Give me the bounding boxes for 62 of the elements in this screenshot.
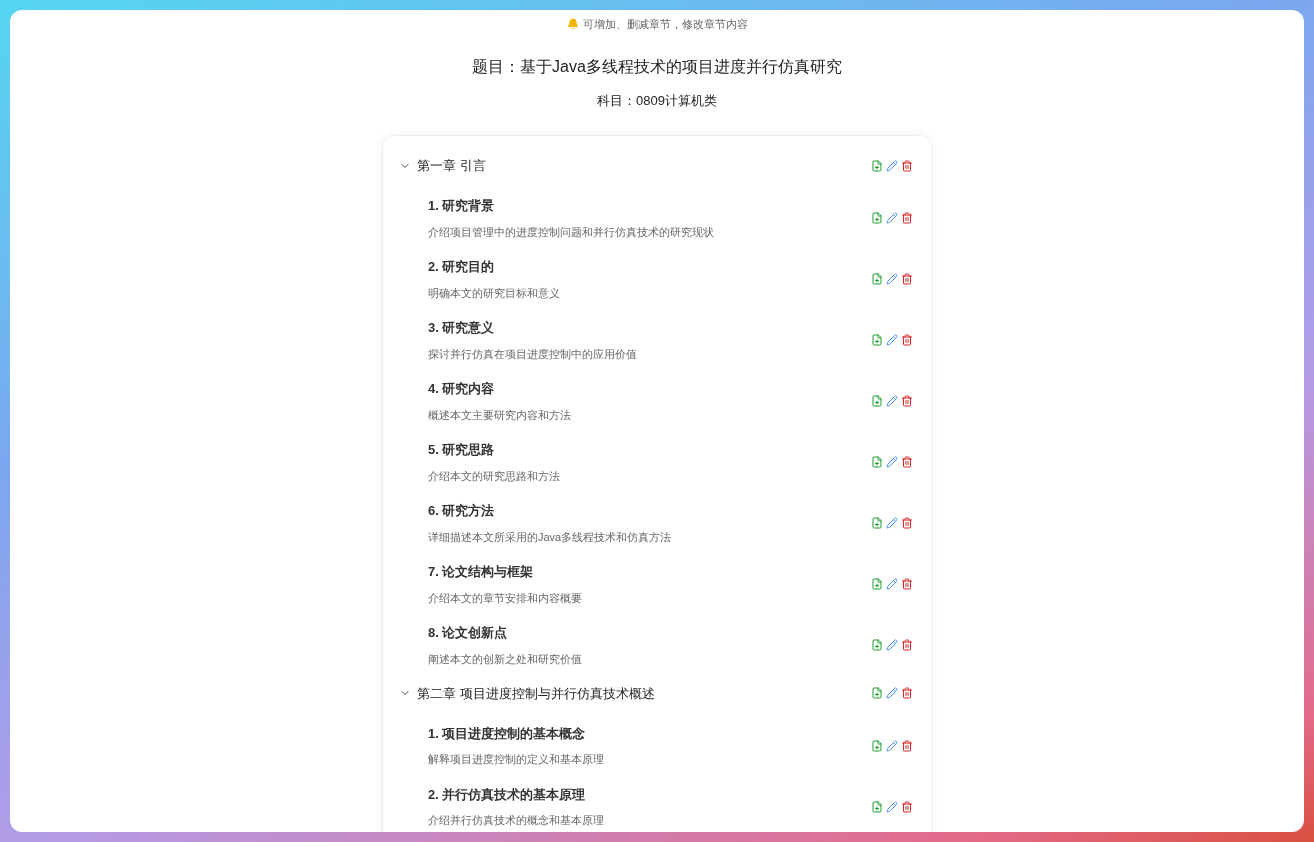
notice-text: 可增加、删减章节，修改章节内容 [582,17,748,32]
edit-icon[interactable] [886,159,898,172]
section-description: 明确本文的研究目标和意义 [428,285,560,301]
section-description: 介绍本文的章节安排和内容概要 [428,590,582,606]
add-icon[interactable] [871,517,883,529]
delete-icon[interactable] [901,456,913,468]
subject-label: 科目：0809计算机类 [597,91,717,110]
edit-icon[interactable] [886,334,898,346]
delete-icon[interactable] [901,159,913,172]
section-description: 介绍本文的研究思路和方法 [428,468,560,484]
add-icon[interactable] [871,639,883,651]
delete-icon[interactable] [901,739,913,752]
section-description: 概述本文主要研究内容和方法 [428,407,571,423]
add-icon[interactable] [871,800,883,813]
add-icon[interactable] [871,159,883,172]
section-title: 1. 研究背景 [428,197,496,215]
section-title: 7. 论文结构与框架 [428,563,535,581]
section-description: 介绍项目管理中的进度控制问题和并行仿真技术的研究现状 [428,224,714,240]
edit-icon[interactable] [886,639,898,651]
section-description: 详细描述本文所采用的Java多线程技术和仿真方法 [428,529,672,545]
chapter-title: 第一章 引言 [417,157,486,175]
section-description: 阐述本文的创新之处和研究价值 [428,651,582,667]
edit-icon[interactable] [886,800,898,813]
edit-icon[interactable] [886,273,898,285]
section-title: 2. 研究目的 [428,258,496,276]
delete-icon[interactable] [901,395,913,407]
add-icon[interactable] [871,395,883,407]
edit-icon[interactable] [886,687,898,700]
bell-icon [566,18,579,31]
section-title: 3. 研究意义 [428,319,496,337]
add-icon[interactable] [871,456,883,468]
add-icon[interactable] [871,578,883,590]
delete-icon[interactable] [901,517,913,529]
section-title: 6. 研究方法 [428,502,496,520]
add-icon[interactable] [871,212,883,224]
delete-icon[interactable] [901,687,913,700]
section-description: 探讨并行仿真在项目进度控制中的应用价值 [428,346,637,362]
edit-icon[interactable] [886,739,898,752]
edit-icon[interactable] [886,456,898,468]
section-title: 5. 研究思路 [428,441,496,459]
edit-icon[interactable] [886,578,898,590]
delete-icon[interactable] [901,334,913,346]
chapter-title: 第二章 项目进度控制与并行仿真技术概述 [417,684,655,703]
delete-icon[interactable] [901,800,913,813]
page-title: 题目：基于Java多线程技术的项目进度并行仿真研究 [472,56,842,77]
edit-icon[interactable] [886,517,898,529]
section-description: 介绍并行仿真技术的概念和基本原理 [428,813,604,828]
delete-icon[interactable] [901,212,913,224]
add-icon[interactable] [871,687,883,700]
add-icon[interactable] [871,273,883,285]
section-title: 4. 研究内容 [428,380,496,398]
edit-icon[interactable] [886,212,898,224]
edit-icon[interactable] [886,395,898,407]
add-icon[interactable] [871,739,883,752]
section-title: 1. 项目进度控制的基本概念 [428,724,587,743]
delete-icon[interactable] [901,273,913,285]
add-icon[interactable] [871,334,883,346]
section-title: 8. 论文创新点 [428,624,509,642]
section-title: 2. 并行仿真技术的基本原理 [428,785,587,804]
delete-icon[interactable] [901,639,913,651]
section-description: 解释项目进度控制的定义和基本原理 [428,752,604,767]
delete-icon[interactable] [901,578,913,590]
